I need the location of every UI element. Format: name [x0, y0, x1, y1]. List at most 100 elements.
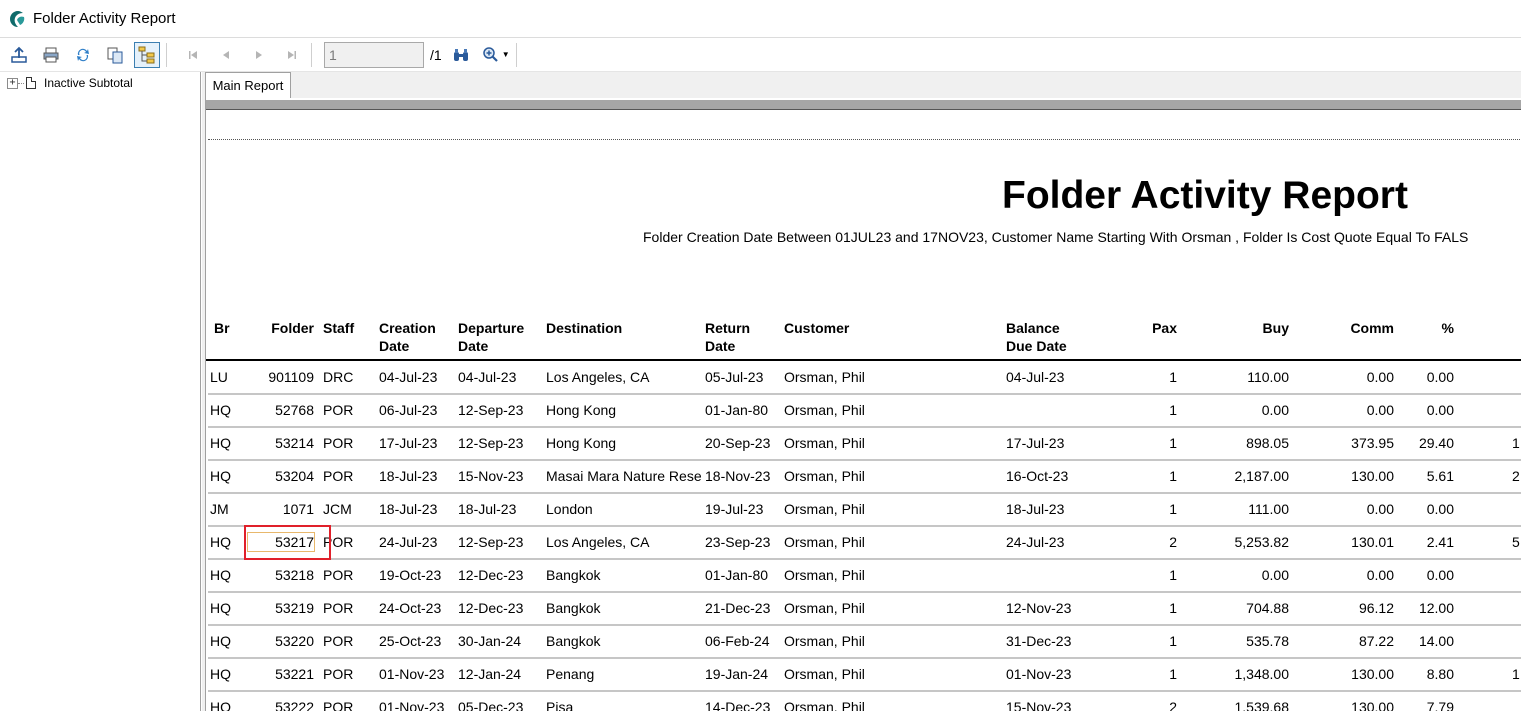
cell-balance-due[interactable]: 24-Jul-23 — [1006, 534, 1096, 550]
cell-comm[interactable]: 373.95 — [1314, 435, 1394, 451]
cell-folder[interactable]: 1071 — [246, 501, 314, 517]
cell-staff[interactable]: POR — [323, 699, 373, 711]
first-page-button[interactable] — [180, 42, 206, 68]
cell-buy[interactable]: 535.78 — [1209, 633, 1289, 649]
cell-buy[interactable]: 898.05 — [1209, 435, 1289, 451]
cell-pax[interactable]: 1 — [1126, 501, 1177, 517]
cell-customer[interactable]: Orsman, Phil — [784, 402, 994, 418]
cell-pct[interactable]: 0.00 — [1404, 369, 1454, 385]
export-button[interactable] — [6, 42, 32, 68]
cell-return[interactable]: 05-Jul-23 — [705, 369, 780, 385]
cell-destination[interactable]: Los Angeles, CA — [546, 534, 702, 550]
next-page-button[interactable] — [246, 42, 272, 68]
cell-destination[interactable]: Hong Kong — [546, 402, 702, 418]
find-button[interactable] — [448, 42, 474, 68]
cell-destination[interactable]: Los Angeles, CA — [546, 369, 702, 385]
cell-departure[interactable]: 18-Jul-23 — [458, 501, 540, 517]
cell-comm[interactable]: 0.00 — [1314, 369, 1394, 385]
cell-creation[interactable]: 24-Oct-23 — [379, 600, 454, 616]
cell-comm[interactable]: 130.00 — [1314, 699, 1394, 711]
cell-balance-due[interactable]: 04-Jul-23 — [1006, 369, 1096, 385]
cell-return[interactable]: 06-Feb-24 — [705, 633, 780, 649]
cell-return[interactable]: 23-Sep-23 — [705, 534, 780, 550]
cell-creation[interactable]: 18-Jul-23 — [379, 468, 454, 484]
cell-br[interactable]: JM — [210, 501, 250, 517]
cell-pct[interactable]: 7.79 — [1404, 699, 1454, 711]
cell-creation[interactable]: 06-Jul-23 — [379, 402, 454, 418]
cell-creation[interactable]: 17-Jul-23 — [379, 435, 454, 451]
cell-destination[interactable]: Penang — [546, 666, 702, 682]
cell-br[interactable]: HQ — [210, 699, 250, 711]
cell-pax[interactable]: 1 — [1126, 435, 1177, 451]
cell-comm[interactable]: 0.00 — [1314, 501, 1394, 517]
cell-creation[interactable]: 19-Oct-23 — [379, 567, 454, 583]
cell-staff[interactable]: POR — [323, 402, 373, 418]
cell-balance-due[interactable]: 18-Jul-23 — [1006, 501, 1096, 517]
print-button[interactable] — [38, 42, 64, 68]
cell-buy[interactable]: 5,253.82 — [1209, 534, 1290, 550]
copy-button[interactable] — [102, 42, 128, 68]
cell-pax[interactable]: 1 — [1126, 369, 1177, 385]
cell-customer[interactable]: Orsman, Phil — [784, 567, 994, 583]
cell-br[interactable]: HQ — [210, 666, 250, 682]
cell-customer[interactable]: Orsman, Phil — [784, 666, 994, 682]
cell-balance-due[interactable]: 31-Dec-23 — [1006, 633, 1096, 649]
cell-pct[interactable]: 29.40 — [1404, 435, 1454, 451]
cell-return[interactable]: 21-Dec-23 — [705, 600, 780, 616]
toggle-group-tree-button[interactable] — [134, 41, 160, 68]
cell-departure[interactable]: 04-Jul-23 — [458, 369, 540, 385]
tab-main-report[interactable]: Main Report — [205, 72, 291, 98]
cell-comm[interactable]: 0.00 — [1314, 402, 1394, 418]
cell-return[interactable]: 01-Jan-80 — [705, 567, 780, 583]
cell-pct[interactable]: 12.00 — [1404, 600, 1454, 616]
cell-comm[interactable]: 87.22 — [1314, 633, 1394, 649]
cell-comm[interactable]: 96.12 — [1314, 600, 1394, 616]
refresh-button[interactable] — [70, 42, 96, 68]
cell-folder[interactable]: 52768 — [246, 402, 314, 418]
cell-departure[interactable]: 15-Nov-23 — [458, 468, 540, 484]
cell-staff[interactable]: POR — [323, 468, 373, 484]
cell-creation[interactable]: 04-Jul-23 — [379, 369, 454, 385]
cell-pax[interactable]: 1 — [1126, 600, 1177, 616]
cell-pax[interactable]: 2 — [1126, 699, 1177, 711]
cell-staff[interactable]: POR — [323, 633, 373, 649]
cell-pct[interactable]: 8.80 — [1404, 666, 1454, 682]
cell-destination[interactable]: Masai Mara Nature Rese — [546, 468, 702, 484]
cell-comm[interactable]: 0.00 — [1314, 567, 1394, 583]
cell-creation[interactable]: 01-Nov-23 — [379, 699, 454, 711]
cell-comm[interactable]: 130.00 — [1314, 468, 1394, 484]
cell-staff[interactable]: POR — [323, 567, 373, 583]
cell-buy[interactable]: 0.00 — [1209, 567, 1289, 583]
cell-creation[interactable]: 24-Jul-23 — [379, 534, 454, 550]
cell-departure[interactable]: 12-Jan-24 — [458, 666, 540, 682]
cell-extra[interactable]: 1 — [1512, 435, 1521, 451]
cell-departure[interactable]: 30-Jan-24 — [458, 633, 540, 649]
cell-departure[interactable]: 12-Sep-23 — [458, 534, 540, 550]
cell-customer[interactable]: Orsman, Phil — [784, 468, 994, 484]
last-page-button[interactable] — [279, 42, 305, 68]
cell-buy[interactable]: 111.00 — [1209, 501, 1289, 517]
cell-pct[interactable]: 0.00 — [1404, 567, 1454, 583]
cell-pax[interactable]: 1 — [1126, 666, 1177, 682]
cell-buy[interactable]: 0.00 — [1209, 402, 1289, 418]
cell-destination[interactable]: London — [546, 501, 702, 517]
cell-buy[interactable]: 1,348.00 — [1209, 666, 1290, 682]
cell-pct[interactable]: 0.00 — [1404, 501, 1454, 517]
cell-customer[interactable]: Orsman, Phil — [784, 633, 994, 649]
cell-pax[interactable]: 1 — [1126, 633, 1177, 649]
cell-pct[interactable]: 0.00 — [1404, 402, 1454, 418]
cell-customer[interactable]: Orsman, Phil — [784, 534, 994, 550]
cell-folder[interactable]: 53220 — [246, 633, 314, 649]
cell-customer[interactable]: Orsman, Phil — [784, 435, 994, 451]
cell-return[interactable]: 18-Nov-23 — [705, 468, 780, 484]
cell-br[interactable]: LU — [210, 369, 250, 385]
cell-balance-due[interactable]: 15-Nov-23 — [1006, 699, 1096, 711]
cell-extra[interactable]: 2 — [1512, 468, 1521, 484]
cell-customer[interactable]: Orsman, Phil — [784, 501, 994, 517]
cell-staff[interactable]: POR — [323, 600, 373, 616]
cell-destination[interactable]: Bangkok — [546, 633, 702, 649]
cell-staff[interactable]: DRC — [323, 369, 373, 385]
cell-return[interactable]: 20-Sep-23 — [705, 435, 780, 451]
cell-buy[interactable]: 110.00 — [1209, 369, 1289, 385]
cell-pct[interactable]: 2.41 — [1404, 534, 1454, 550]
